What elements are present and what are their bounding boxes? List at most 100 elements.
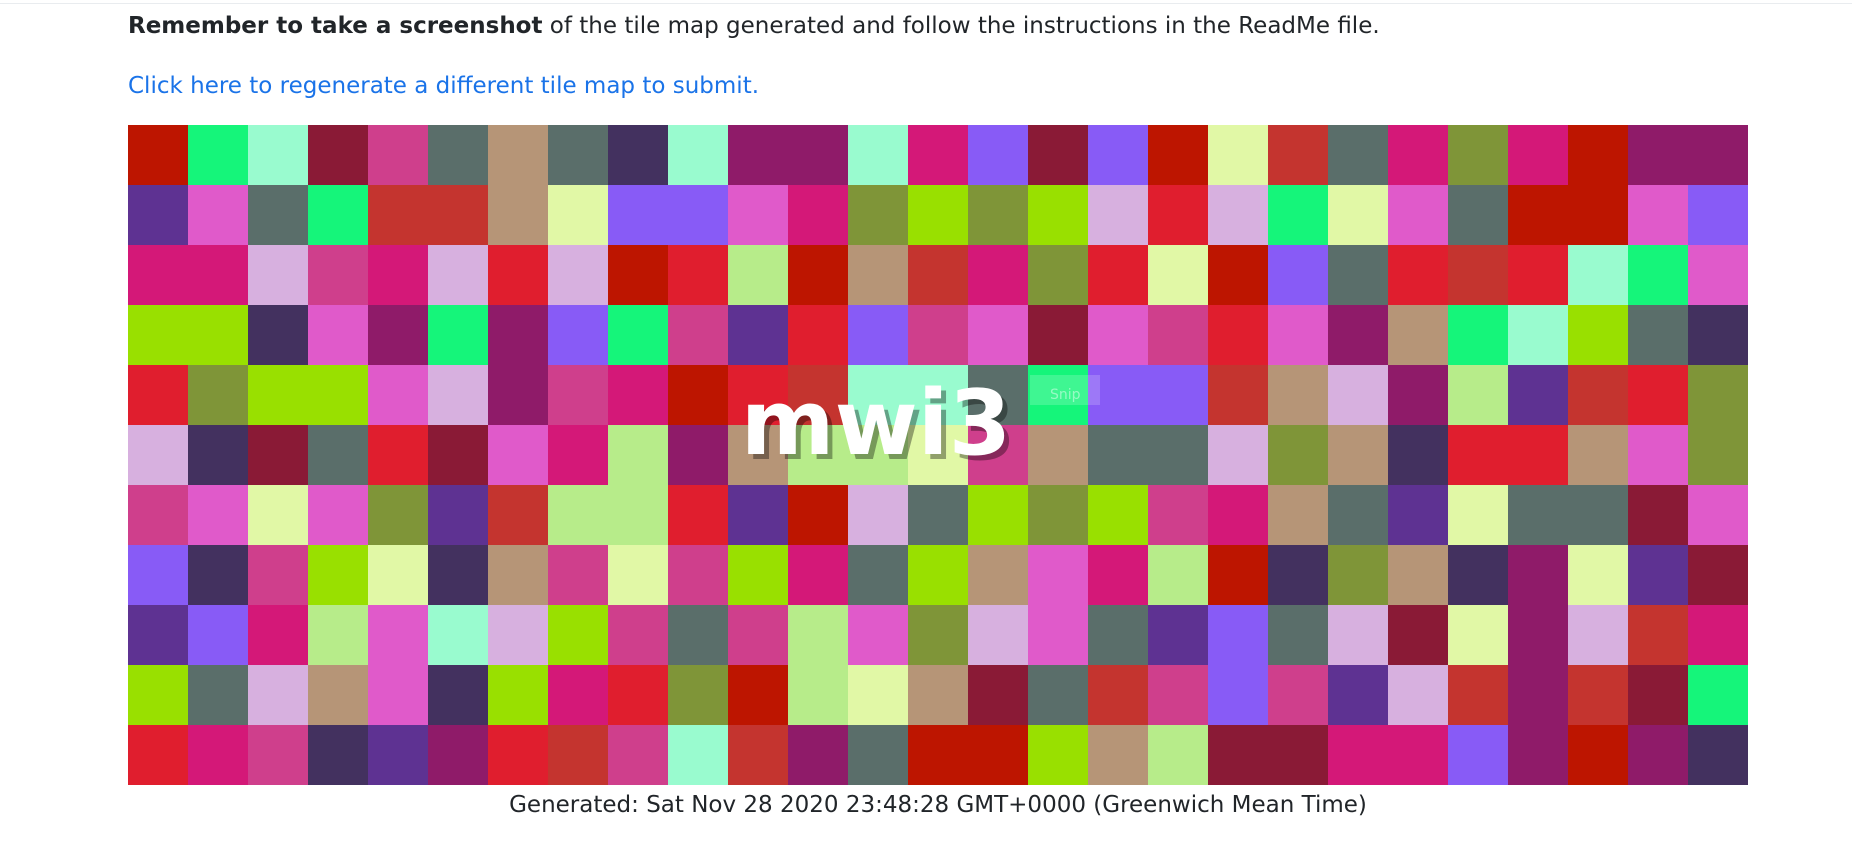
tile [1028, 305, 1089, 366]
tile [968, 725, 1029, 785]
tile [428, 665, 489, 726]
tile [608, 665, 669, 726]
tile [128, 665, 189, 726]
tile [1508, 305, 1569, 366]
tile [1328, 725, 1389, 785]
tile [1568, 125, 1629, 186]
tile [488, 125, 549, 186]
tile [968, 305, 1029, 366]
tile [1388, 245, 1449, 306]
tile [308, 185, 369, 246]
tile [1568, 605, 1629, 666]
tile [908, 365, 969, 426]
tile [908, 125, 969, 186]
tile [848, 125, 909, 186]
tile [1208, 125, 1269, 186]
tile [1148, 665, 1209, 726]
tile [1328, 545, 1389, 606]
tile [1088, 305, 1149, 366]
tile [1628, 305, 1689, 366]
tile [1568, 305, 1629, 366]
tile [128, 425, 189, 486]
tile [1568, 725, 1629, 785]
tile [1328, 605, 1389, 666]
tile [308, 605, 369, 666]
tile [968, 185, 1029, 246]
tile [1448, 185, 1509, 246]
tile [548, 425, 609, 486]
tile [308, 485, 369, 546]
tile [608, 485, 669, 546]
tile [188, 725, 249, 785]
tile [728, 185, 789, 246]
tile [248, 425, 309, 486]
tile [368, 545, 429, 606]
tile [248, 665, 309, 726]
tile [428, 245, 489, 306]
tile [1388, 725, 1449, 785]
tile [1148, 605, 1209, 666]
tile [1028, 725, 1089, 785]
tile [308, 365, 369, 426]
tile [1628, 425, 1689, 486]
tile [1268, 725, 1329, 785]
tile [1448, 425, 1509, 486]
tile [1148, 125, 1209, 186]
tile [968, 665, 1029, 726]
tile [1508, 665, 1569, 726]
tile [848, 185, 909, 246]
tile [728, 305, 789, 366]
tile [548, 125, 609, 186]
tile [1628, 605, 1689, 666]
tile [488, 545, 549, 606]
tile [968, 245, 1029, 306]
regenerate-tile-map-link[interactable]: Click here to regenerate a different til… [128, 70, 759, 102]
tile [1148, 245, 1209, 306]
tile [1568, 245, 1629, 306]
tile [668, 125, 729, 186]
tile [788, 245, 849, 306]
tile [1448, 125, 1509, 186]
tile [1688, 185, 1748, 246]
tile [188, 605, 249, 666]
tile [1508, 725, 1569, 785]
tile [1328, 365, 1389, 426]
tile [848, 365, 909, 426]
tile [128, 365, 189, 426]
tile [248, 365, 309, 426]
tile [788, 605, 849, 666]
tile [608, 125, 669, 186]
tile [848, 605, 909, 666]
tile [788, 665, 849, 726]
tile [728, 545, 789, 606]
tile [488, 425, 549, 486]
tile [488, 365, 549, 426]
tile [1568, 425, 1629, 486]
tile [608, 425, 669, 486]
tile [1568, 365, 1629, 426]
tile [1268, 665, 1329, 726]
tile [488, 725, 549, 785]
tile [1028, 605, 1089, 666]
tile [1448, 365, 1509, 426]
tile [428, 185, 489, 246]
tile [1148, 365, 1209, 426]
tile [308, 545, 369, 606]
tile [368, 125, 429, 186]
tile [728, 485, 789, 546]
tile [1088, 425, 1149, 486]
tile [1688, 425, 1748, 486]
tile [668, 665, 729, 726]
tile [1688, 305, 1748, 366]
tile [1568, 545, 1629, 606]
tile [728, 665, 789, 726]
tile [188, 125, 249, 186]
instructions-bold: Remember to take a screenshot [128, 13, 543, 39]
tile [428, 545, 489, 606]
tile [248, 305, 309, 366]
tile [308, 425, 369, 486]
tile [608, 245, 669, 306]
tile [1508, 185, 1569, 246]
tile [548, 605, 609, 666]
tile [848, 665, 909, 726]
